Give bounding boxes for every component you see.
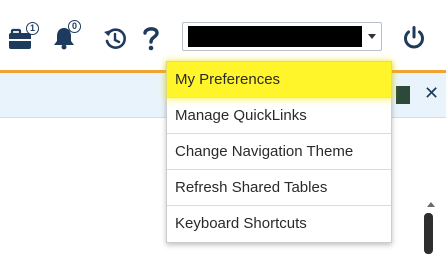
help-icon: [143, 27, 159, 51]
menu-item-change-navigation-theme[interactable]: Change Navigation Theme: [167, 134, 391, 170]
help-button[interactable]: [141, 25, 161, 51]
briefcase-badge: 1: [26, 22, 39, 35]
user-menu: My Preferences Manage QuickLinks Change …: [166, 61, 392, 243]
menu-item-keyboard-shortcuts[interactable]: Keyboard Shortcuts: [167, 206, 391, 242]
chevron-down-icon: [368, 34, 376, 39]
bell-badge: 0: [68, 20, 81, 33]
staff-select[interactable]: [182, 22, 382, 51]
power-icon: [404, 26, 424, 49]
history-icon: [104, 28, 126, 49]
briefcase-button[interactable]: 1: [9, 22, 41, 50]
partial-button[interactable]: [396, 86, 410, 104]
menu-item-refresh-shared-tables[interactable]: Refresh Shared Tables: [167, 170, 391, 206]
notifications-button[interactable]: 0: [52, 20, 84, 50]
redacted-value: [188, 26, 362, 47]
scroll-up-arrow[interactable]: [427, 202, 435, 207]
scrollbar-thumb[interactable]: [424, 213, 433, 254]
menu-item-manage-quicklinks[interactable]: Manage QuickLinks: [167, 98, 391, 134]
menu-item-my-preferences[interactable]: My Preferences: [167, 62, 391, 98]
history-button[interactable]: [103, 27, 127, 51]
logout-button[interactable]: [401, 25, 427, 51]
close-icon[interactable]: ✕: [424, 84, 439, 104]
